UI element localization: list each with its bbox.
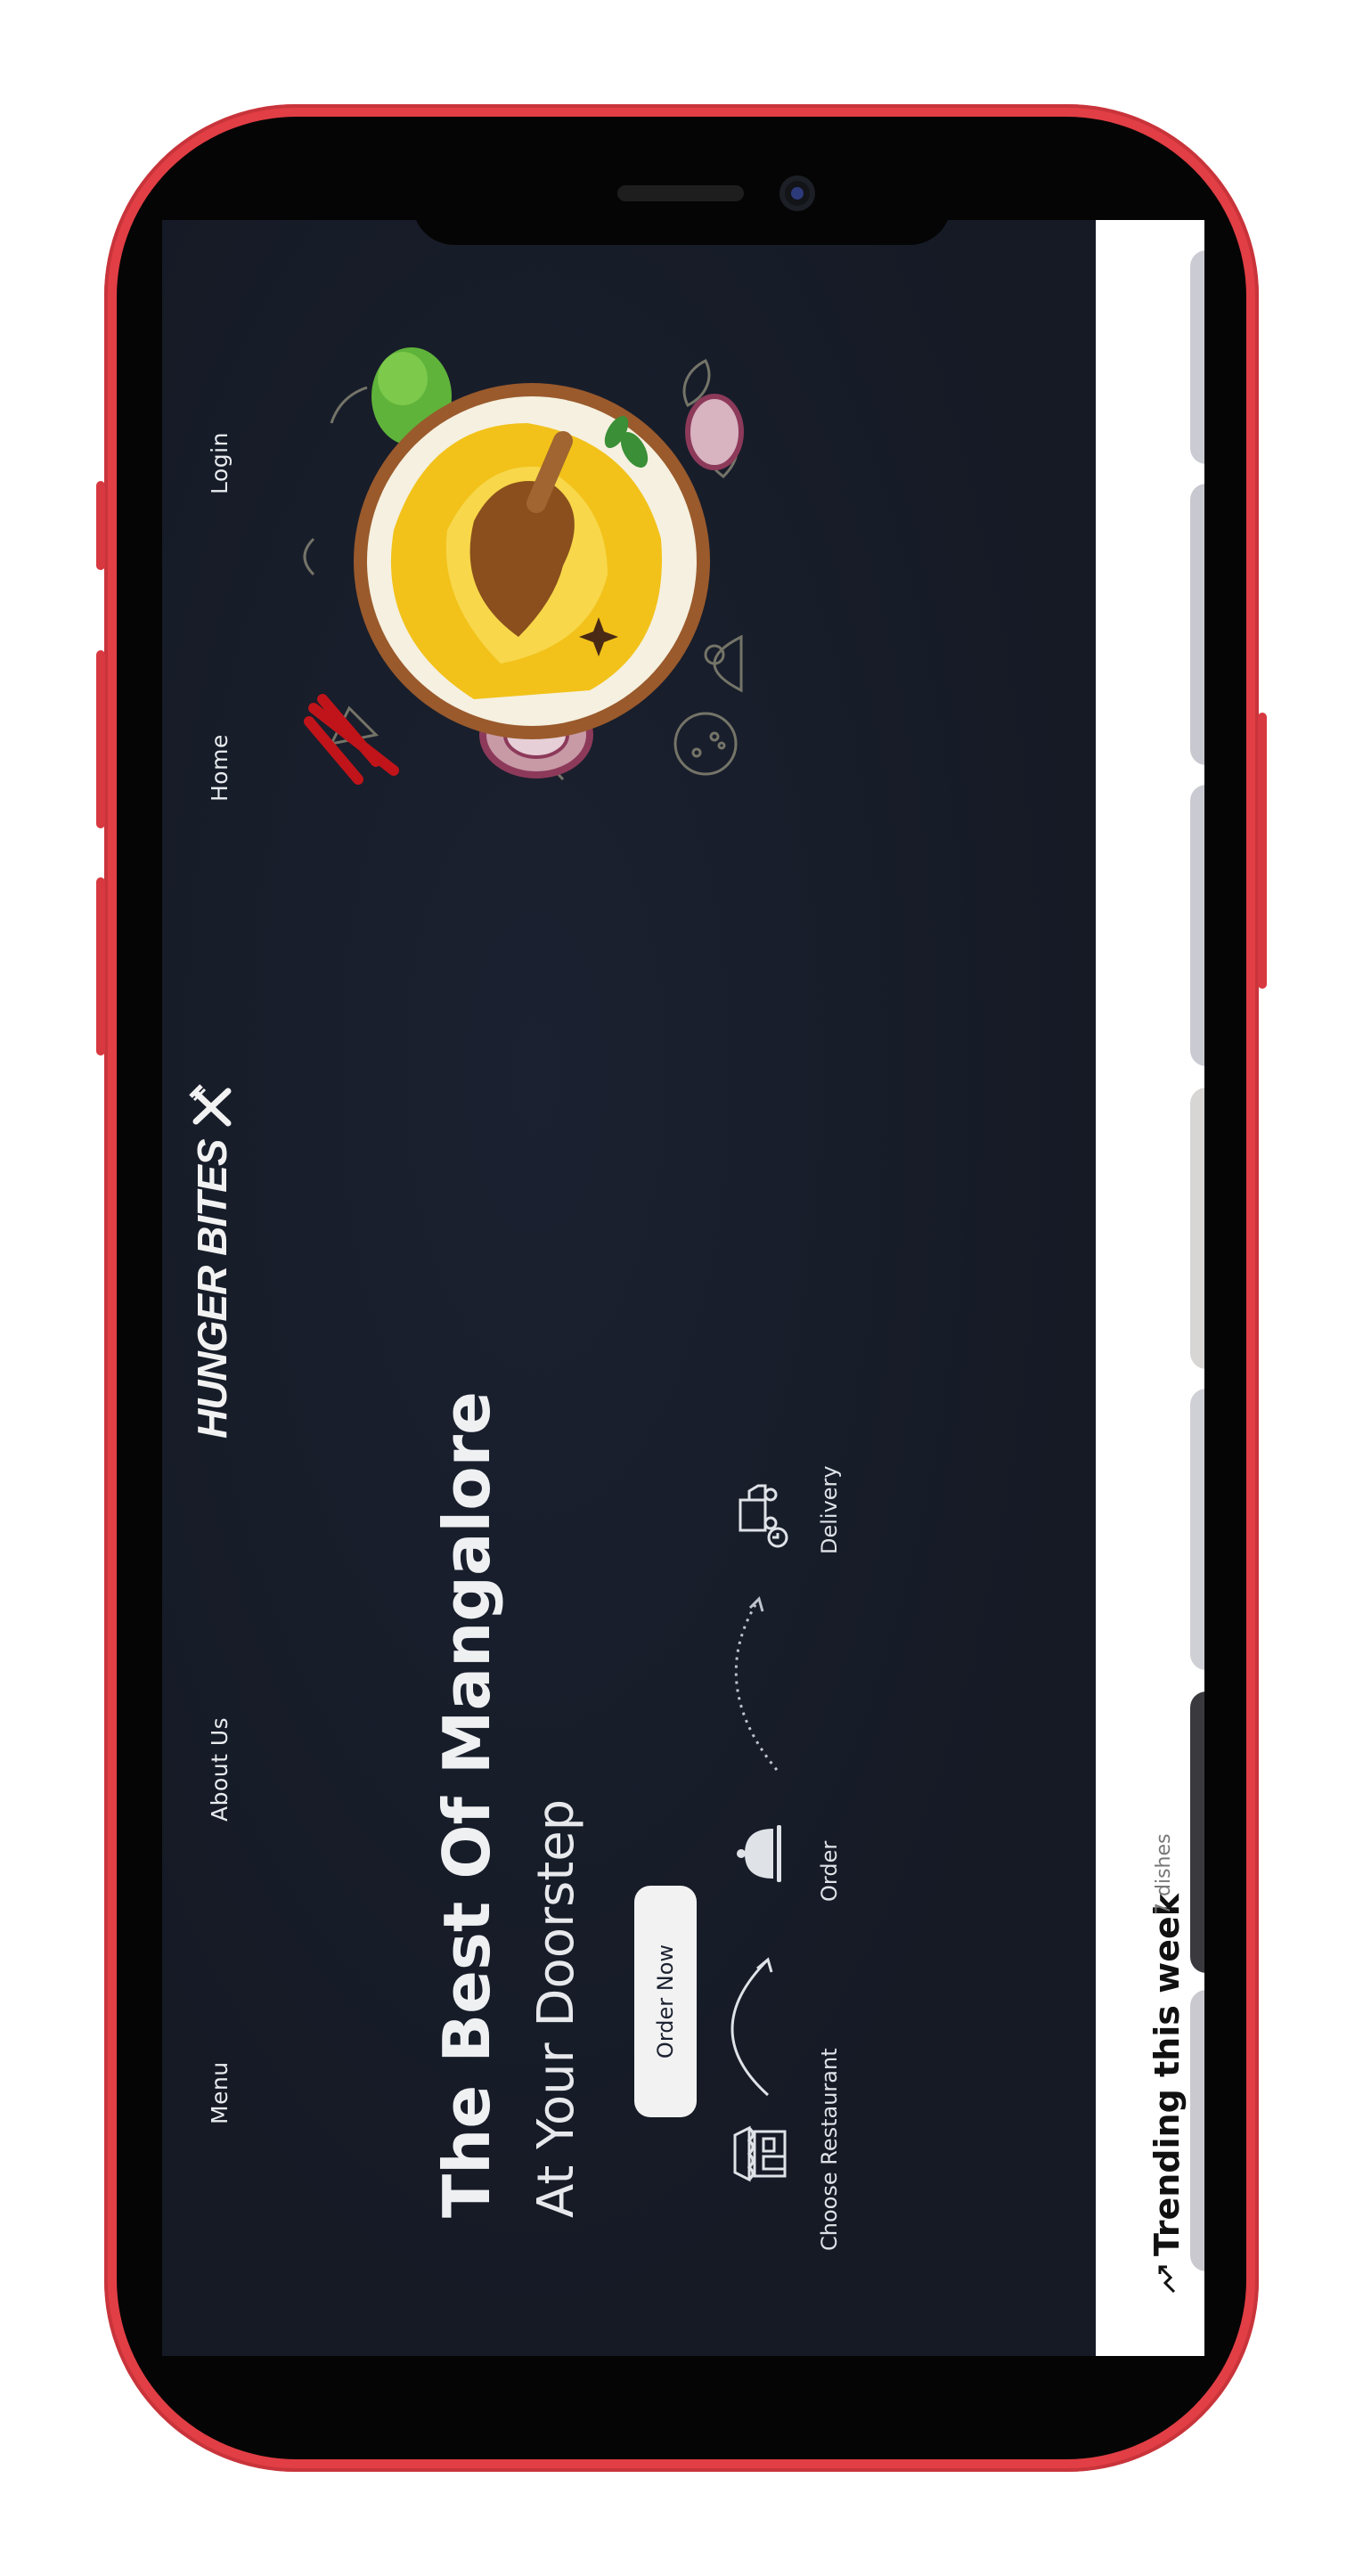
fork-knife-cross-icon — [189, 1084, 232, 1127]
nav-about-us[interactable]: About Us — [207, 1717, 233, 1822]
brand-logo[interactable]: HUNGER BITES — [187, 1082, 237, 1439]
dish-card-2[interactable] — [1190, 1692, 1204, 1973]
volume-down-button — [96, 877, 105, 1056]
biryani-bowl-image — [303, 347, 744, 785]
dish-card-6[interactable] — [1190, 484, 1204, 765]
dish-card-4[interactable] — [1190, 1088, 1204, 1369]
step-arrow-1 — [730, 1957, 773, 2097]
trending-heading: Trending this week — [1147, 1894, 1187, 2294]
mute-switch — [96, 481, 105, 570]
power-button — [1258, 713, 1267, 989]
hero-subtitle: At Your Doorstep — [527, 1798, 585, 2218]
step-arrow-2 — [734, 1596, 779, 1771]
brand-name: HUNGER BITES — [189, 1139, 235, 1439]
landing-page: Menu About Us HUNGER BITES Home Login Th… — [162, 220, 1204, 2356]
nav-login[interactable]: Login — [207, 432, 233, 494]
trending-section: Trending this week 7 dishes — [1096, 220, 1204, 2356]
volume-up-button — [96, 650, 105, 828]
step-choose-restaurant-label: Choose Restaurant — [817, 2048, 842, 2251]
cloche-icon — [737, 1825, 781, 1882]
step-delivery-label: Delivery — [817, 1465, 842, 1554]
dish-card-5[interactable] — [1190, 785, 1204, 1066]
screen: Menu About Us HUNGER BITES Home Login Th… — [162, 220, 1204, 2356]
hero-section: Menu About Us HUNGER BITES Home Login Th… — [162, 220, 1096, 2356]
storefront-icon — [733, 2125, 787, 2182]
dish-card-3[interactable] — [1190, 1389, 1204, 1670]
trending-count: 7 dishes — [1153, 1833, 1175, 1915]
nav-home[interactable]: Home — [207, 734, 233, 802]
delivery-truck-icon — [739, 1484, 788, 1548]
nav-menu[interactable]: Menu — [207, 2061, 233, 2124]
front-camera — [779, 175, 815, 211]
dish-card-7[interactable] — [1190, 250, 1204, 464]
trending-title: Trending this week — [1147, 1893, 1187, 2256]
hero-title: The Best Of Mangalore — [429, 1390, 504, 2218]
trending-up-icon — [1158, 2265, 1176, 2294]
notch — [412, 203, 951, 245]
step-order-label: Order — [817, 1840, 842, 1902]
earpiece-speaker — [617, 185, 744, 201]
order-now-button[interactable]: Order Now — [634, 1886, 697, 2117]
dish-card-1[interactable] — [1190, 1990, 1204, 2271]
